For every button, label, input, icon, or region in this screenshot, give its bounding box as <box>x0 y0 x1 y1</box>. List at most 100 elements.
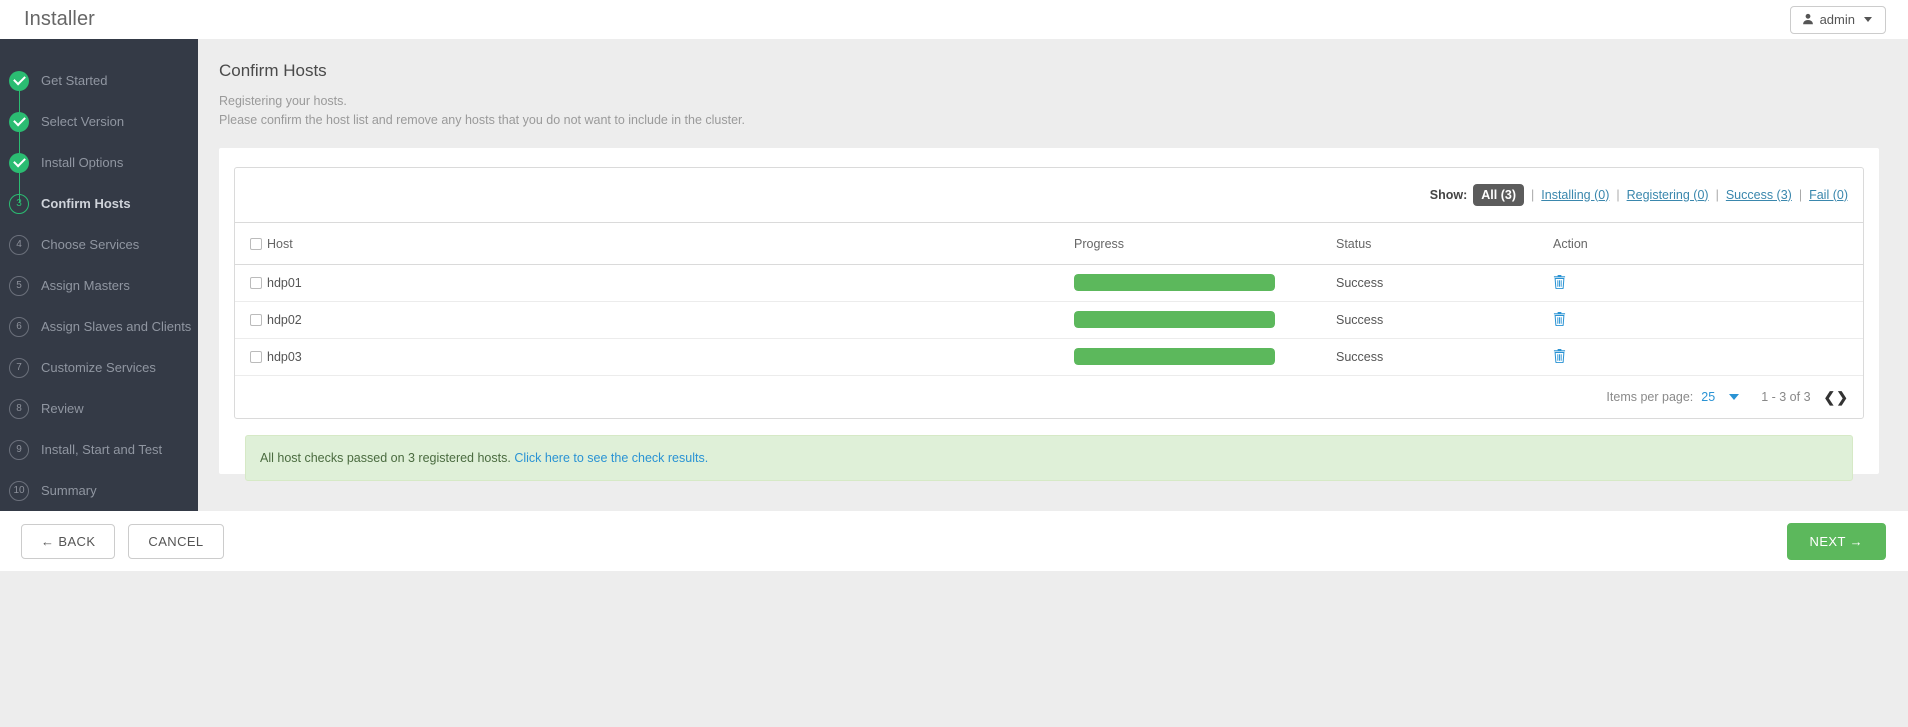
pagination: Items per page: 25 1 - 3 of 3 ❮ ❯ <box>235 376 1863 418</box>
sidebar-step-label: Choose Services <box>41 237 140 252</box>
filter-separator: | <box>1616 187 1620 202</box>
filter-separator: | <box>1531 187 1535 202</box>
sidebar-step-confirm-hosts[interactable]: 3 Confirm Hosts <box>0 183 198 224</box>
host-name: hdp02 <box>267 301 1074 339</box>
alert-text: All host checks passed on 3 registered h… <box>260 450 511 465</box>
sidebar-step-label: Assign Masters <box>41 278 130 293</box>
top-bar: Installer admin <box>0 0 1908 39</box>
sidebar-step-get-started[interactable]: Get Started <box>0 60 198 101</box>
progress-bar-fill <box>1074 274 1275 291</box>
chevron-right-icon[interactable]: ❯ <box>1836 389 1848 406</box>
step-check-icon <box>9 111 29 132</box>
pagination-range: 1 - 3 of 3 <box>1761 390 1811 404</box>
filter-separator: | <box>1798 187 1803 202</box>
trash-icon[interactable] <box>1553 274 1566 292</box>
footer-left-actions: ← BACK CANCEL <box>21 523 224 559</box>
back-button[interactable]: ← BACK <box>21 523 116 559</box>
step-number-badge: 10 <box>9 480 29 501</box>
sidebar-step-label: Review <box>41 401 84 416</box>
sidebar-step-label: Install, Start and Test <box>41 442 163 457</box>
step-number-badge: 8 <box>9 398 29 419</box>
row-checkbox[interactable] <box>250 314 262 327</box>
page-title: Confirm Hosts <box>219 61 327 80</box>
wizard-footer: ← BACK CANCEL NEXT → <box>0 511 1908 571</box>
step-number-badge: 9 <box>9 439 29 460</box>
user-icon <box>1802 13 1814 27</box>
sidebar-step-select-version[interactable]: Select Version <box>0 101 198 142</box>
host-name: hdp01 <box>267 264 1074 302</box>
trash-icon[interactable] <box>1553 348 1566 366</box>
app-shell: Get Started Select Version Install Options… <box>0 39 1908 727</box>
select-all-cell <box>235 222 267 265</box>
status-text: Success <box>1336 264 1553 302</box>
table-header-row: Host Progress Status Action <box>235 222 1863 265</box>
main-content: Confirm Hosts Registering your hosts. Pl… <box>198 39 1908 727</box>
items-per-page-select[interactable]: 25 <box>1701 390 1740 404</box>
sidebar-step-install-start-and-test[interactable]: 9 Install, Start and Test <box>0 429 198 470</box>
sidebar-step-label: Customize Services <box>41 360 156 375</box>
row-select-cell <box>235 301 267 339</box>
row-select-cell <box>235 338 267 376</box>
next-button[interactable]: NEXT → <box>1786 522 1886 560</box>
row-checkbox[interactable] <box>250 351 262 364</box>
status-text: Success <box>1336 301 1553 339</box>
progress-bar <box>1074 311 1275 328</box>
sidebar-step-label: Select Version <box>41 114 125 129</box>
filter-separator: | <box>1715 187 1719 202</box>
filter-option-fail-0[interactable]: Fail (0) <box>1809 188 1848 202</box>
filter-option-registering-0[interactable]: Registering (0) <box>1627 188 1709 202</box>
table-row: hdp01 Success <box>235 264 1863 302</box>
table-row: hdp02 Success <box>235 301 1863 339</box>
hosts-table-head: Host Progress Status Action <box>235 222 1863 265</box>
progress-bar-fill <box>1074 348 1275 365</box>
hosts-table: Host Progress Status Action hdp01 Success… <box>235 222 1863 376</box>
sidebar-step-label: Summary <box>41 483 97 498</box>
filter-option-success-3[interactable]: Success (3) <box>1726 188 1792 202</box>
filter-option-all-3[interactable]: All (3) <box>1473 183 1525 206</box>
filter-option-installing-0[interactable]: Installing (0) <box>1541 188 1609 202</box>
wizard-sidebar: Get Started Select Version Install Options… <box>0 39 198 511</box>
row-checkbox[interactable] <box>250 277 262 290</box>
column-header-action: Action <box>1553 222 1863 265</box>
progress-cell <box>1074 264 1336 302</box>
column-header-progress: Progress <box>1074 222 1336 265</box>
progress-bar <box>1074 274 1275 291</box>
app-title: Installer <box>24 8 95 30</box>
step-number-badge: 3 <box>9 193 29 214</box>
hosts-panel: Show: All (3) | Installing (0) | Registering… <box>219 147 1879 481</box>
select-all-checkbox[interactable] <box>250 238 262 251</box>
step-check-icon <box>9 70 29 91</box>
step-connector <box>18 80 20 203</box>
items-per-page-value: 25 <box>1701 390 1716 404</box>
host-checks-alert: All host checks passed on 3 registered h… <box>245 434 1853 481</box>
status-text: Success <box>1336 338 1553 376</box>
row-select-cell <box>235 264 267 302</box>
progress-bar <box>1074 348 1275 365</box>
chevron-down-icon <box>1864 17 1872 22</box>
step-number-badge: 5 <box>9 275 29 296</box>
sidebar-step-summary[interactable]: 10 Summary <box>0 470 198 511</box>
sidebar-step-install-options[interactable]: Install Options <box>0 142 198 183</box>
sidebar-step-choose-services[interactable]: 4 Choose Services <box>0 224 198 265</box>
pagination-nav: ❮ ❯ <box>1824 389 1848 406</box>
progress-bar-fill <box>1074 311 1275 328</box>
chevron-left-icon[interactable]: ❮ <box>1824 389 1836 406</box>
user-menu-button[interactable]: admin <box>1789 5 1886 34</box>
show-label: Show: <box>1429 187 1468 202</box>
trash-icon[interactable] <box>1553 311 1566 329</box>
page-subtitle-line2: Please confirm the host list and remove … <box>219 112 745 127</box>
step-number-badge: 4 <box>9 234 29 255</box>
sidebar-step-customize-services[interactable]: 7 Customize Services <box>0 347 198 388</box>
user-menu-label: admin <box>1819 12 1855 27</box>
cancel-button[interactable]: CANCEL <box>128 523 224 559</box>
column-header-status: Status <box>1336 222 1553 265</box>
page-subtitle-line1: Registering your hosts. <box>219 94 347 108</box>
action-cell <box>1553 301 1863 339</box>
step-number-badge: 7 <box>9 357 29 378</box>
check-results-link[interactable]: Click here to see the check results. <box>514 451 708 465</box>
action-cell <box>1553 264 1863 302</box>
sidebar-step-label: Confirm Hosts <box>41 196 131 211</box>
sidebar-step-assign-slaves-and-clients[interactable]: 6 Assign Slaves and Clients <box>0 306 198 347</box>
sidebar-step-assign-masters[interactable]: 5 Assign Masters <box>0 265 198 306</box>
sidebar-step-review[interactable]: 8 Review <box>0 388 198 429</box>
